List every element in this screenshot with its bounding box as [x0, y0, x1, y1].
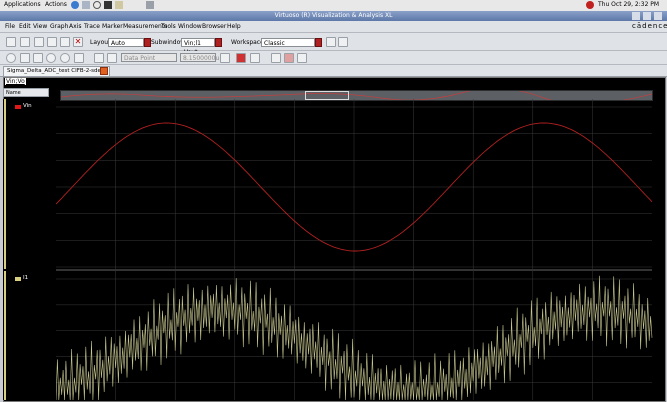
menu-bar: File Edit View Graph Axis Trace Marker M… [0, 21, 667, 33]
subwindows-dropdown-button[interactable] [215, 38, 222, 47]
applications-menu[interactable]: Applications [4, 1, 41, 8]
legend-vin-bar [4, 99, 6, 269]
legend-i1-swatch[interactable] [15, 277, 21, 281]
calculator-icon[interactable] [220, 53, 230, 63]
window-maximize-button[interactable] [643, 12, 651, 20]
menu-help[interactable]: Help [227, 23, 241, 30]
window-close-button[interactable] [654, 12, 662, 20]
graph-toolbar: Data Point 8.1500000u [0, 51, 667, 65]
layout-select[interactable]: Auto [108, 38, 144, 47]
window-title: Virtuoso (R) Visualization & Analysis XL [274, 12, 393, 19]
menu-marker[interactable]: Marker [102, 23, 123, 30]
actions-menu[interactable]: Actions [45, 1, 67, 8]
pan-icon[interactable] [74, 53, 84, 63]
legend-i1-label[interactable]: I1 [23, 275, 28, 281]
cut-icon[interactable] [34, 37, 44, 47]
workspace-select[interactable]: Classic [261, 38, 315, 47]
window-title-bar: Virtuoso (R) Visualization & Analysis XL [0, 11, 667, 21]
menu-browser[interactable]: Browser [202, 23, 226, 30]
mail-icon[interactable] [82, 1, 90, 9]
menu-graph[interactable]: Graph [50, 23, 68, 30]
zoom-y-icon[interactable] [33, 53, 43, 63]
menu-window[interactable]: Window [178, 23, 202, 30]
zoom-fit-icon[interactable] [6, 53, 16, 63]
menu-tools[interactable]: Tools [161, 23, 176, 30]
open-icon[interactable] [20, 37, 30, 47]
marker-prev-icon[interactable] [94, 53, 104, 63]
delete-icon[interactable]: ✕ [73, 37, 83, 47]
copy-icon[interactable] [47, 37, 57, 47]
eraser-icon[interactable] [297, 53, 307, 63]
search-icon[interactable] [93, 1, 101, 9]
power-icon[interactable] [586, 1, 594, 9]
workspace-label: Workspace [231, 39, 264, 46]
legend-i1-bar [4, 271, 6, 400]
printer-icon[interactable] [146, 1, 154, 9]
plot-name-label: Vin;Vo [5, 78, 26, 85]
datetime: Thu Oct 29, 2:32 PM [598, 1, 660, 8]
tab-graph[interactable]: Sigma_Delta_ADC_test CIFB-2-sde... [3, 66, 111, 77]
zoom-out-icon[interactable] [60, 53, 70, 63]
save-workspace-icon[interactable] [326, 37, 336, 47]
lightning-icon[interactable] [6, 37, 16, 47]
workspace-dropdown-button[interactable] [315, 38, 322, 47]
table-icon[interactable] [250, 53, 260, 63]
legend-vin-swatch[interactable] [15, 105, 21, 109]
wand-icon[interactable] [271, 53, 281, 63]
zoom-x-icon[interactable] [20, 53, 30, 63]
data-value-field[interactable]: 8.1500000u [180, 53, 219, 62]
layout-dropdown-button[interactable] [144, 38, 151, 47]
menu-file[interactable]: File [5, 23, 15, 30]
marker-icon[interactable] [236, 53, 246, 63]
tab-close-icon[interactable] [100, 67, 108, 75]
menu-axis[interactable]: Axis [69, 23, 81, 30]
browser-icon[interactable] [71, 1, 79, 9]
paste-icon[interactable] [60, 37, 70, 47]
legend-column: Vin I1 [3, 99, 56, 400]
tab-row: Sigma_Delta_ADC_test CIFB-2-sde... [0, 65, 667, 77]
main-toolbar: ✕ Layout Auto Subwindows Vin;l1 Vout Wor… [0, 33, 667, 56]
subwindows-select[interactable]: Vin;l1 Vout [181, 38, 215, 56]
zoom-in-icon[interactable] [46, 53, 56, 63]
waveform-plot[interactable]: 151050-5-10-15V (V)151050-5V (V) [56, 99, 664, 400]
data-point-select[interactable]: Data Point [121, 53, 177, 62]
legend-vin-label[interactable]: Vin [23, 103, 32, 109]
terminal-icon[interactable] [104, 1, 112, 9]
cadence-logo: cādence [632, 22, 667, 30]
trace-name-header: Name [3, 88, 49, 97]
editor-icon[interactable] [115, 1, 123, 9]
window-minimize-button[interactable] [632, 12, 640, 20]
marker-next-icon[interactable] [107, 53, 117, 63]
palette-icon[interactable] [284, 53, 294, 63]
menu-trace[interactable]: Trace [84, 23, 100, 30]
menu-edit[interactable]: Edit [19, 23, 31, 30]
load-workspace-icon[interactable] [338, 37, 348, 47]
menu-view[interactable]: View [33, 23, 47, 30]
